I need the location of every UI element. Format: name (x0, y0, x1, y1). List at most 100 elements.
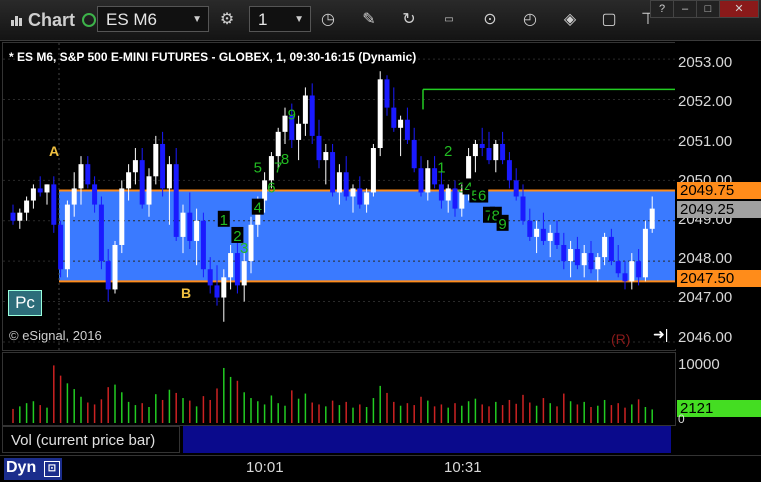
candle-body (350, 188, 356, 197)
chevron-down-icon[interactable]: ▼ (192, 7, 202, 33)
marker-a: A (49, 143, 60, 159)
r-indicator: (R) (611, 331, 631, 347)
minimize-button[interactable]: – (673, 0, 697, 18)
candle-body (132, 160, 138, 173)
refresh-icon[interactable]: ↻ (397, 8, 421, 32)
candle-body (438, 184, 444, 201)
candle-body (472, 143, 478, 157)
maximize-button[interactable]: □ (696, 0, 720, 18)
close-button[interactable]: ✕ (719, 0, 759, 18)
count-marker: 1 (437, 159, 445, 176)
candle-body (343, 172, 349, 197)
count-marker: 3 (240, 240, 248, 257)
clock-icon[interactable]: ◷ (316, 8, 340, 32)
symbol-input[interactable]: ES M6 ▼ (97, 6, 209, 32)
play-icon[interactable]: ⊙ (478, 8, 502, 32)
price-axis[interactable]: 2053.00 2052.00 2051.00 2050.00 2049.00 … (675, 42, 761, 349)
price-chart-svg[interactable]: 12345678912345678912 (3, 43, 675, 350)
app-title-label: Chart (28, 10, 76, 30)
candle-body (649, 208, 655, 229)
volume-chart-svg[interactable] (3, 353, 675, 425)
volume-axis-top: 10000 (678, 356, 720, 373)
candle-body (221, 277, 227, 298)
candle-body (105, 261, 111, 290)
count-marker: 5 (254, 159, 262, 176)
candle-body (486, 148, 492, 161)
candle-body (78, 164, 84, 189)
candle-body (493, 143, 499, 161)
candle-body (513, 180, 519, 197)
help-button[interactable]: ? (650, 0, 674, 18)
candle-body (615, 261, 621, 274)
lock-icon[interactable]: ⊡ (44, 461, 60, 477)
get-icon[interactable]: ▭ (437, 8, 461, 32)
candle-body (24, 200, 30, 213)
candle-body (214, 285, 220, 298)
scroll-right-icon[interactable]: ➜| (653, 326, 668, 343)
dyn-button[interactable]: Dyn ⊡ (4, 458, 62, 480)
candle-body (602, 236, 608, 258)
zone-high-tag: 2049.75 (677, 182, 761, 199)
candle-body (479, 143, 485, 149)
count-marker: 2 (444, 143, 452, 160)
candle-body (622, 273, 628, 282)
message-icon[interactable]: ▢ (597, 8, 621, 32)
clock2-icon[interactable]: ◴ (518, 8, 542, 32)
candle-body (30, 188, 36, 201)
candle-body (98, 204, 104, 262)
candle-body (194, 220, 200, 241)
candle-body (574, 249, 580, 266)
time-axis[interactable]: Dyn ⊡ 10:01 10:31 (0, 455, 761, 482)
chart-title: * ES M6, S&P 500 E-MINI FUTURES - GLOBEX… (9, 50, 417, 64)
candle-body (296, 123, 302, 140)
count-marker: 6 (267, 179, 275, 196)
count-marker: 1 (220, 212, 228, 229)
candle-body (506, 160, 512, 181)
volume-legend: Vol (current price bar) × (2, 425, 193, 453)
app-title: Chart (10, 10, 75, 31)
pc-button[interactable]: Pc (8, 290, 42, 316)
candle-body (391, 107, 397, 128)
candle-body (500, 143, 506, 161)
candle-body (10, 212, 16, 221)
candle-body (445, 188, 451, 201)
candle-body (608, 236, 614, 262)
volume-study-bar[interactable] (183, 426, 671, 453)
volume-axis[interactable]: 10000 2121 0 (675, 352, 761, 426)
candle-body (180, 212, 186, 237)
candle-body (160, 143, 166, 189)
candle-body (85, 164, 91, 185)
candle-body (139, 160, 145, 205)
candle-body (166, 164, 172, 189)
chevron-down-icon[interactable]: ▼ (294, 7, 304, 33)
candle-body (554, 232, 560, 245)
candle-body (173, 164, 179, 237)
volume-current-tag: 2121 (677, 400, 761, 417)
interval-input[interactable]: 1 ▼ (249, 6, 311, 32)
price-label: 2053.00 (678, 54, 733, 71)
count-marker: 8 (281, 151, 289, 168)
candle-body (64, 204, 70, 270)
volume-chart[interactable] (2, 352, 676, 426)
candle-body (561, 244, 567, 262)
count-marker: 9 (288, 107, 296, 124)
settings-icon[interactable]: ⚙ (215, 8, 239, 32)
candle-body (51, 184, 57, 225)
candle-body (323, 152, 329, 161)
candle-body (17, 212, 23, 221)
candle-body (581, 253, 587, 266)
toolbar: Chart ES M6 ▼ ⚙ 1 ▼ ◷ ✎ ↻ ▭ ⊙ ◴ ◈ ▢ ⊤ ? … (0, 0, 761, 41)
candle-body (330, 152, 336, 193)
candle-body (241, 261, 247, 286)
candle-body (418, 168, 424, 193)
diamond-icon[interactable]: ◈ (558, 8, 582, 32)
pencil-icon[interactable]: ✎ (357, 8, 381, 32)
price-chart[interactable]: 12345678912345678912 * ES M6, S&P 500 E-… (2, 42, 676, 351)
candle-body (92, 184, 98, 205)
candle-body (568, 249, 574, 262)
candle-body (302, 95, 308, 124)
candle-body (146, 176, 152, 205)
marker-b: B (181, 285, 192, 301)
link-settings-icon[interactable] (82, 13, 96, 27)
candle-body (228, 253, 234, 278)
